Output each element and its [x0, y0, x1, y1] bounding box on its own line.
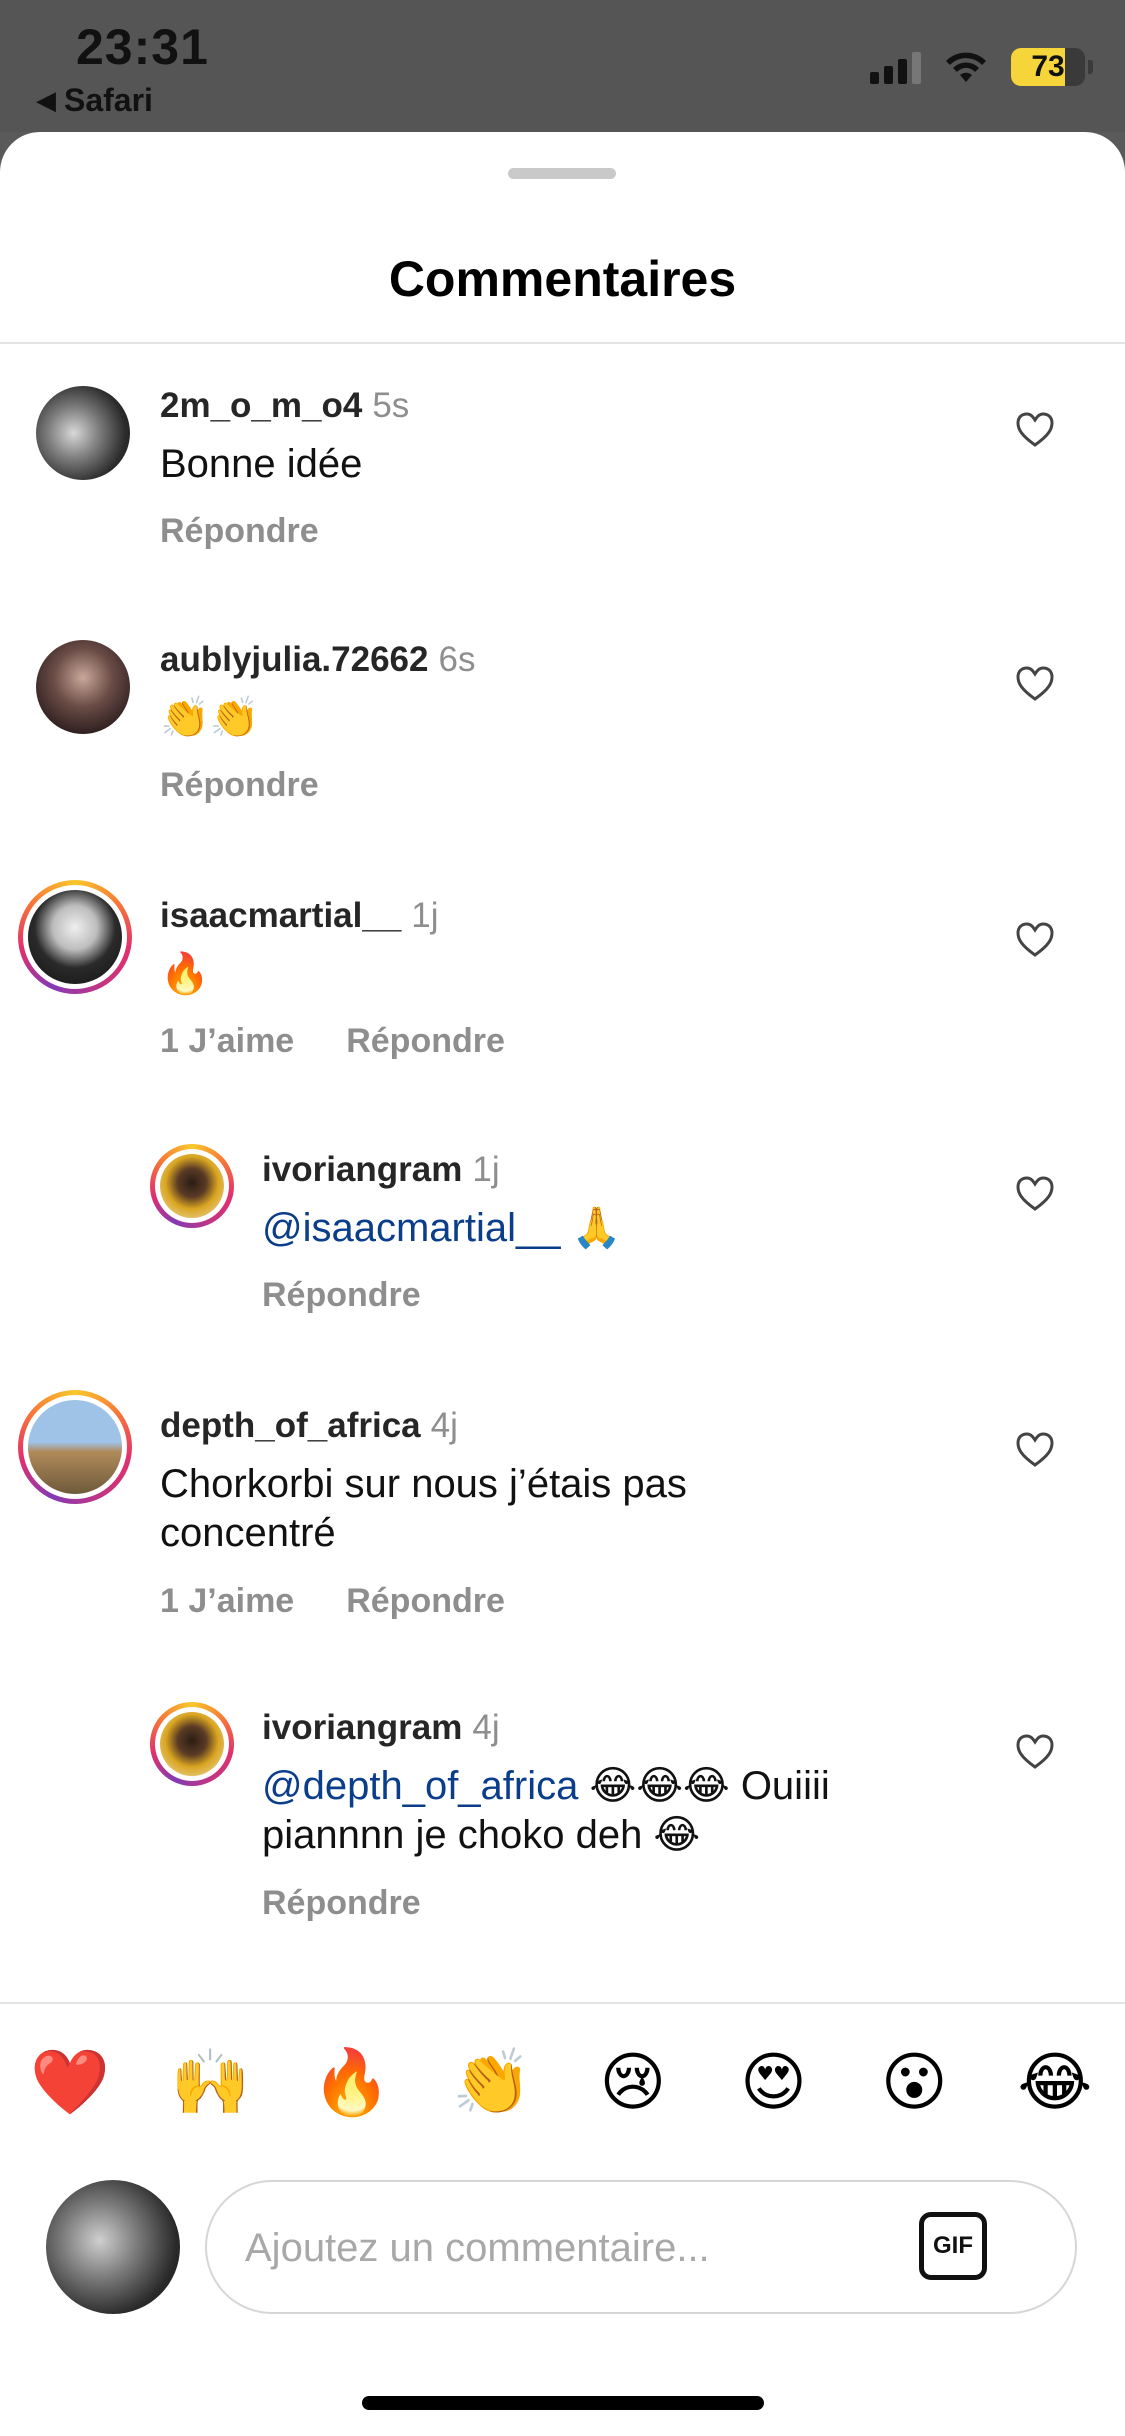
back-arrow-icon: ◀ [36, 85, 56, 115]
heart-icon[interactable] [1016, 412, 1054, 448]
mention-link[interactable]: @depth_of_africa [262, 1764, 578, 1808]
comment-input[interactable] [245, 2218, 865, 2278]
emoji-heart-eyes-button[interactable]: 😍 [734, 2042, 814, 2122]
mention-link[interactable]: @isaacmartial__ [262, 1206, 561, 1250]
emoji-crying-button[interactable]: 😢 [593, 2042, 673, 2122]
story-avatar[interactable] [150, 1144, 234, 1228]
comment-text: Chorkorbi sur nous j’étais pas concentré [160, 1462, 687, 1555]
cellular-signal-icon [870, 50, 921, 84]
story-avatar[interactable] [18, 1390, 132, 1504]
emoji-laughing-button[interactable]: 😂 [1015, 2042, 1095, 2122]
quick-emoji-bar: ❤️ 🙌 🔥 👏 😢 😍 😮 😂 [30, 2042, 1095, 2122]
comment-header: depth_of_africa 4j [160, 1406, 458, 1446]
wifi-icon [946, 52, 986, 82]
comment-username[interactable]: depth_of_africa [160, 1406, 421, 1445]
avatar[interactable] [36, 386, 130, 480]
comment-header: ivoriangram 1j [262, 1150, 500, 1190]
reply-button[interactable]: Répondre [160, 512, 319, 551]
comment-username[interactable]: 2m_o_m_o4 [160, 386, 362, 425]
home-indicator [362, 2396, 764, 2410]
emoji-heart-button[interactable]: ❤️ [30, 2042, 110, 2122]
comment-list: 2m_o_m_o4 5s Bonne idée Répondre aublyjul… [0, 344, 1125, 2004]
emoji-raised-hands-button[interactable]: 🙌 [171, 2042, 251, 2122]
comment-actions: 1 J’aime Répondre [160, 1022, 505, 1061]
emoji-surprised-button[interactable]: 😮 [874, 2042, 954, 2122]
comment-text: @depth_of_africa 😂😂😂 Ouiiii piannnn je c… [262, 1762, 962, 1860]
comment-time: 4j [472, 1708, 500, 1747]
story-avatar[interactable] [18, 880, 132, 994]
reply-button[interactable]: Répondre [346, 1022, 505, 1061]
emoji-fire-button[interactable]: 🔥 [311, 2042, 392, 2122]
comments-sheet: Commentaires 2m_o_m_o4 5s Bonne idée Répo… [0, 132, 1125, 2436]
heart-icon[interactable] [1016, 922, 1054, 958]
comment-time: 1j [411, 896, 439, 935]
comment-item: depth_of_africa 4j Chorkorbi sur nous j’é… [0, 1364, 1125, 1664]
reply-button[interactable]: Répondre [346, 1582, 505, 1621]
reply-button[interactable]: Répondre [160, 766, 319, 805]
status-indicators: 73 [870, 48, 1093, 86]
comment-text: @isaacmartial__ 🙏 [262, 1204, 982, 1253]
story-avatar[interactable] [150, 1702, 234, 1786]
battery-icon: 73 [1011, 48, 1093, 86]
heart-icon[interactable] [1016, 1734, 1054, 1770]
comment-header: ivoriangram 4j [262, 1708, 500, 1748]
avatar[interactable] [36, 640, 130, 734]
comment-username[interactable]: aublyjulia.72662 [160, 640, 428, 679]
heart-icon[interactable] [1016, 1176, 1054, 1212]
heart-icon[interactable] [1016, 1432, 1054, 1468]
battery-level: 73 [1031, 50, 1065, 83]
reply-item: ivoriangram 4j @depth_of_africa 😂😂😂 Ouiii… [0, 1666, 1125, 1986]
comment-actions: Répondre [262, 1276, 421, 1315]
comment-composer[interactable]: GIF [205, 2180, 1077, 2314]
likes-count[interactable]: 1 J’aime [160, 1582, 294, 1621]
status-time: 23:31 [76, 19, 209, 75]
gif-icon[interactable]: GIF [919, 2212, 987, 2280]
comment-body: 🙏 [560, 1206, 622, 1250]
comment-header: isaacmartial__ 1j [160, 896, 439, 936]
comment-actions: Répondre [160, 766, 319, 805]
sheet-grabber[interactable] [508, 168, 616, 179]
comment-actions: 1 J’aime Répondre [160, 1582, 505, 1621]
comment-text: 👏👏 [160, 696, 260, 740]
comment-actions: Répondre [160, 512, 319, 551]
comment-text: 🔥 [160, 952, 210, 996]
comment-header: aublyjulia.72662 6s [160, 640, 475, 680]
status-bar: 23:31 ◀ Safari 73 [0, 0, 1125, 132]
own-avatar [46, 2180, 180, 2314]
comment-time: 1j [472, 1150, 500, 1189]
comment-username[interactable]: ivoriangram [262, 1708, 462, 1747]
likes-count[interactable]: 1 J’aime [160, 1022, 294, 1061]
comment-time: 5s [372, 386, 410, 425]
composer-divider [0, 2002, 1125, 2004]
comment-time: 6s [438, 640, 476, 679]
emoji-clap-button[interactable]: 👏 [452, 2042, 532, 2122]
heart-icon[interactable] [1016, 666, 1054, 702]
comment-text: Bonne idée [160, 442, 363, 486]
comment-item: aublyjulia.72662 6s 👏👏 Répondre [0, 598, 1125, 848]
comment-actions: Répondre [262, 1884, 421, 1923]
reply-button[interactable]: Répondre [262, 1884, 421, 1923]
back-app-label: Safari [64, 82, 153, 118]
comment-time: 4j [430, 1406, 458, 1445]
comment-username[interactable]: ivoriangram [262, 1150, 462, 1189]
sheet-title: Commentaires [388, 251, 737, 307]
reply-item: ivoriangram 1j @isaacmartial__ 🙏 Répondre [0, 1108, 1125, 1358]
reply-button[interactable]: Répondre [262, 1276, 421, 1315]
comment-item: 2m_o_m_o4 5s Bonne idée Répondre [0, 344, 1125, 594]
back-to-app[interactable]: ◀ Safari [36, 82, 153, 119]
comment-header: 2m_o_m_o4 5s [160, 386, 409, 426]
comment-item: isaacmartial__ 1j 🔥 1 J’aime Répondre [0, 854, 1125, 1104]
comment-username[interactable]: isaacmartial__ [160, 896, 401, 935]
